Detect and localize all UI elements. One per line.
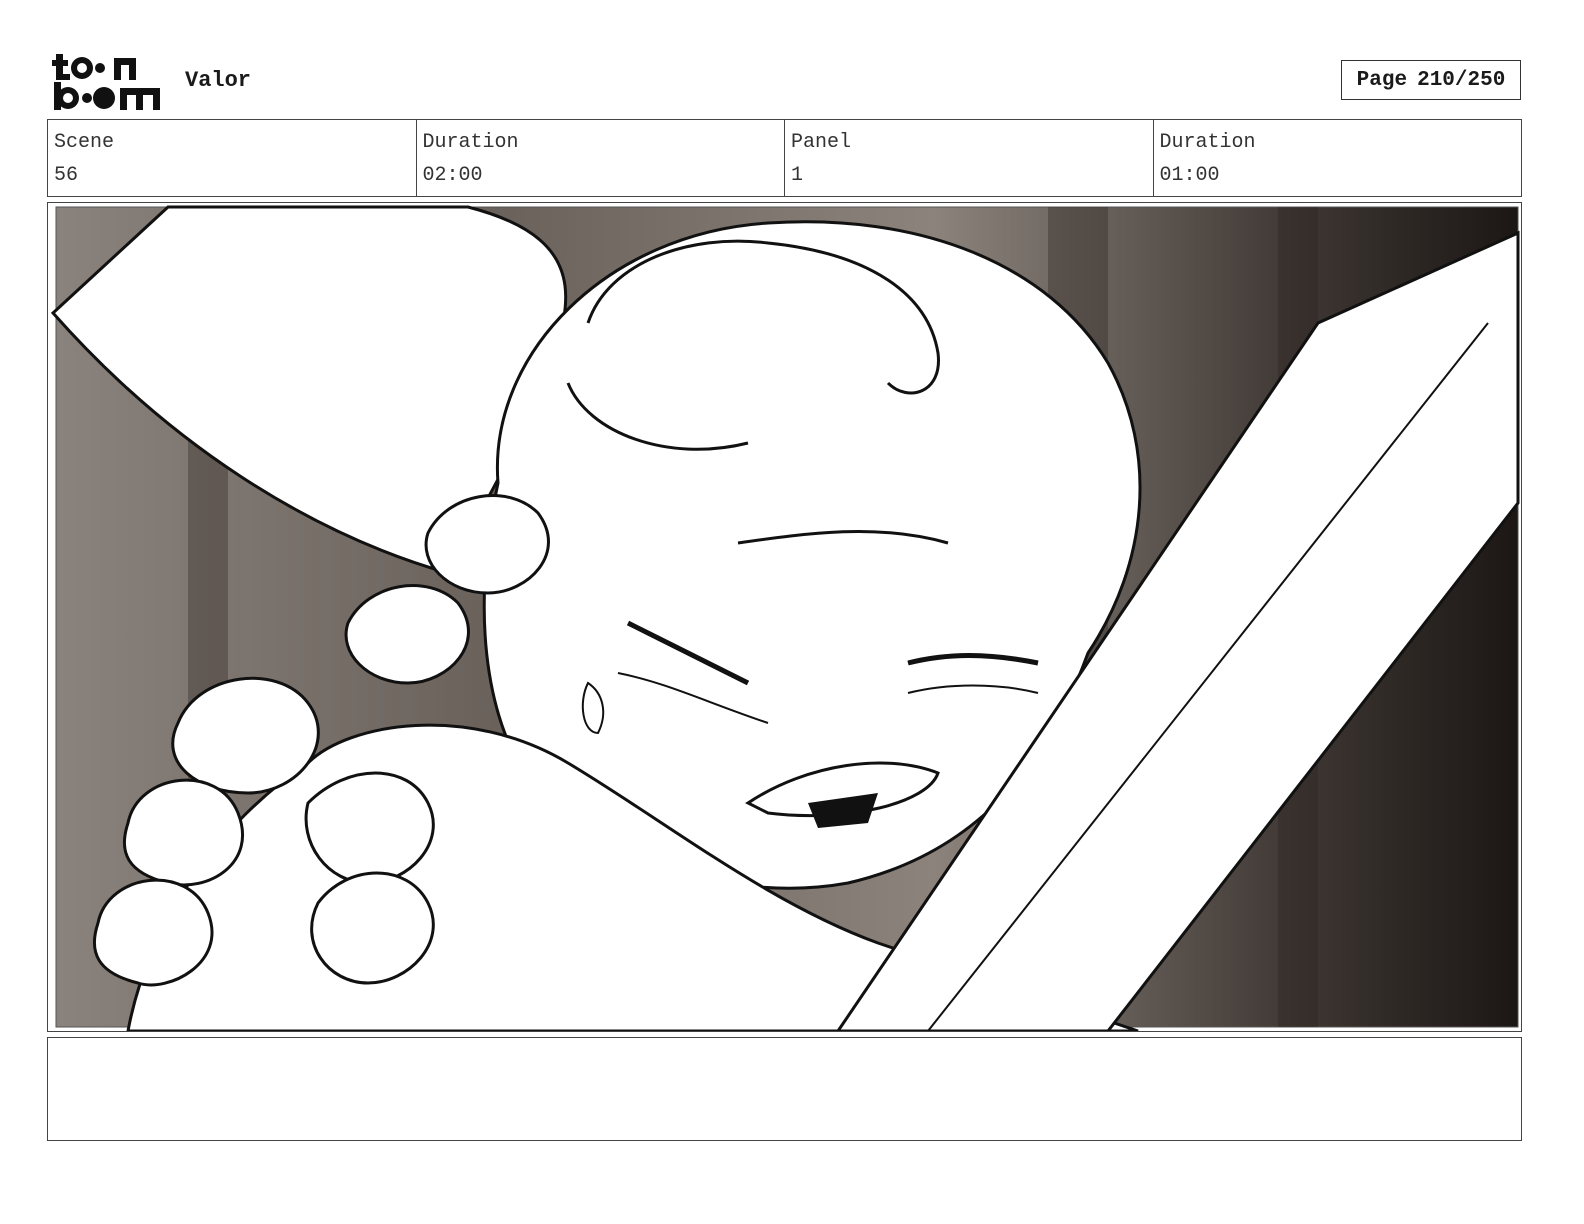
project-title: Valor (185, 68, 252, 93)
panel-duration-cell: Duration 01:00 (1154, 120, 1522, 196)
panel-duration-label: Duration (1159, 131, 1256, 154)
storyboard-panel (47, 202, 1522, 1032)
scene-label: Scene (54, 131, 115, 154)
scene-duration-cell: Duration 02:00 (417, 120, 785, 196)
scene-duration-value: 02:00 (422, 164, 483, 187)
panel-cell: Panel 1 (785, 120, 1154, 196)
panel-info-table: Scene 56 Duration 02:00 Panel 1 Duration… (47, 119, 1522, 197)
page-number: 210/250 (1417, 68, 1506, 92)
scene-cell: Scene 56 (48, 120, 417, 196)
scene-value: 56 (54, 164, 79, 187)
storyboard-drawing (50, 205, 1520, 1031)
page-indicator: Page 210/250 (1341, 60, 1521, 100)
panel-label: Panel (791, 131, 852, 154)
panel-value: 1 (791, 164, 804, 187)
panel-duration-value: 01:00 (1159, 164, 1220, 187)
scene-duration-label: Duration (422, 131, 519, 154)
notes-box (47, 1037, 1522, 1141)
toonboom-logo (52, 54, 160, 110)
page-label: Page (1356, 68, 1408, 92)
